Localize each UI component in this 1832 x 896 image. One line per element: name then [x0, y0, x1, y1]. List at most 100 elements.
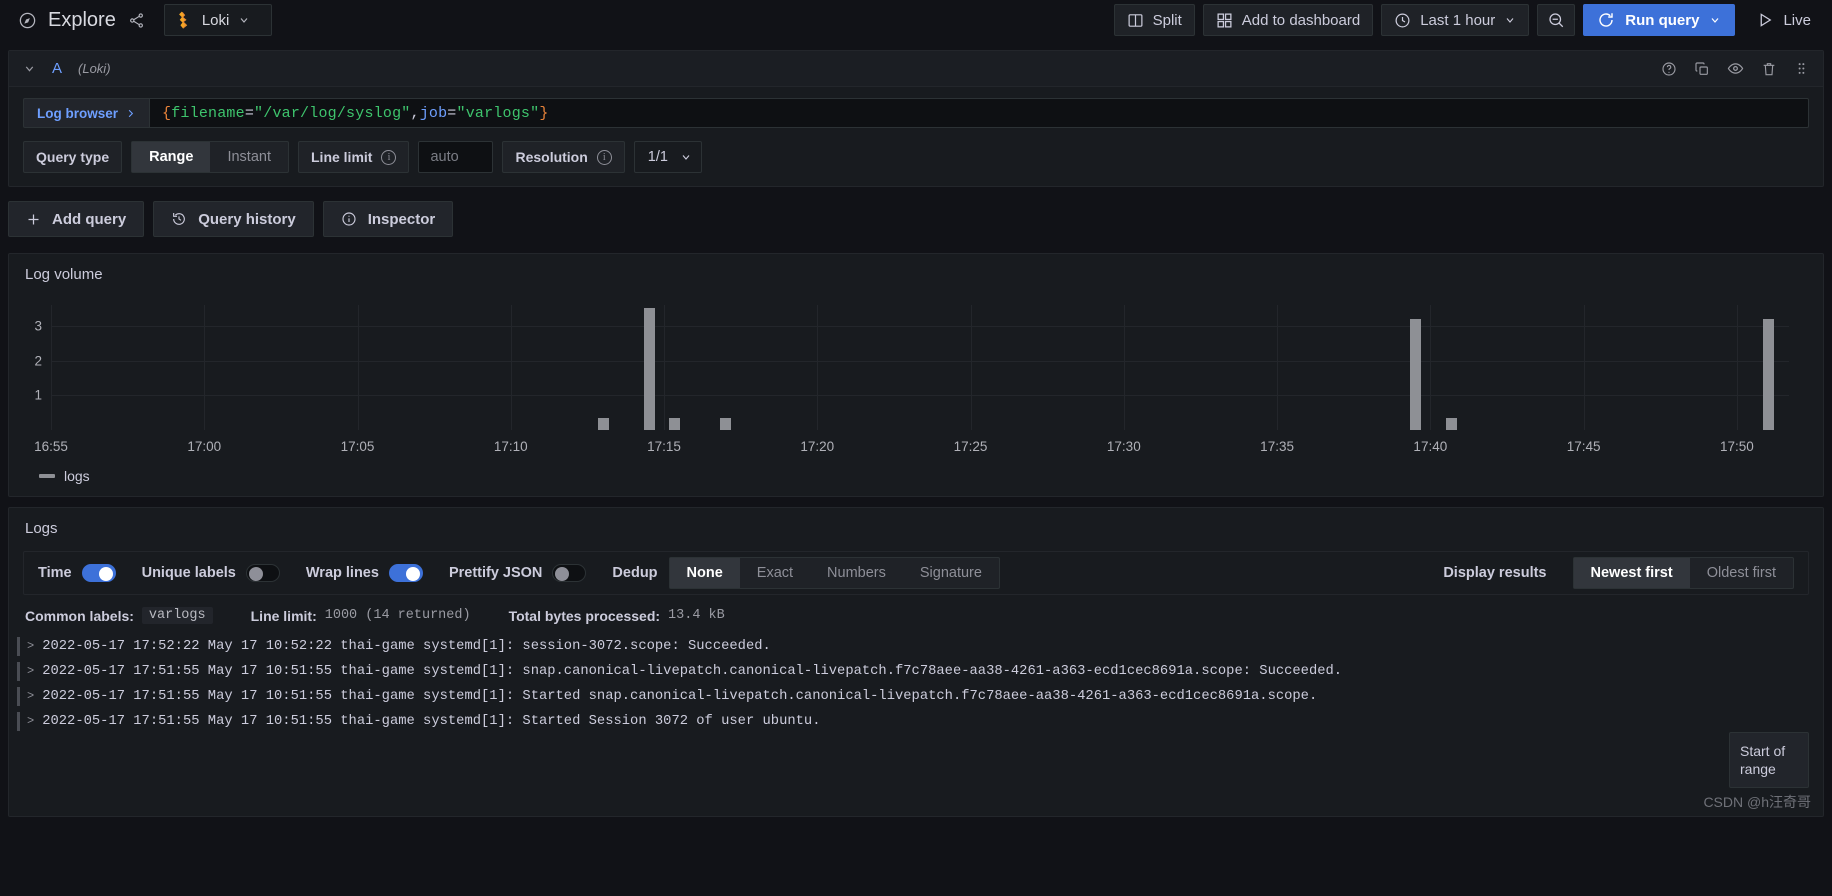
run-query-button[interactable]: Run query [1583, 4, 1736, 36]
query-history-button[interactable]: Query history [153, 201, 314, 237]
legend-swatch-logs [39, 474, 55, 478]
chart-gridline [970, 305, 972, 430]
copy-icon[interactable] [1694, 61, 1710, 77]
log-row-text: 2022-05-17 17:52:22 May 17 10:52:22 thai… [42, 639, 771, 654]
dashboard-grid-icon [1216, 12, 1233, 29]
chart-bar[interactable] [720, 417, 732, 430]
dedup-signature-button[interactable]: Signature [903, 558, 999, 588]
add-query-label: Add query [52, 210, 127, 228]
chart-xtick: 16:55 [34, 439, 68, 454]
split-button[interactable]: Split [1113, 4, 1195, 36]
toggle-unique-labels[interactable]: Unique labels [142, 564, 280, 582]
results-order-radio-group: Newest first Oldest first [1572, 557, 1794, 589]
log-row[interactable]: >2022-05-17 17:51:55 May 17 10:51:55 tha… [9, 684, 1823, 709]
common-labels-key: Common labels: [25, 607, 134, 624]
datasource-picker[interactable]: Loki [163, 4, 272, 36]
log-rows-list: >2022-05-17 17:52:22 May 17 10:52:22 tha… [9, 634, 1823, 734]
resolution-select[interactable]: 1/1 [633, 141, 702, 173]
compass-icon [16, 9, 38, 31]
chart-bar[interactable] [1762, 318, 1774, 430]
dedup-exact-button[interactable]: Exact [740, 558, 810, 588]
query-expression-input[interactable]: {filename="/var/log/syslog",job="varlogs… [149, 98, 1809, 128]
chart-gridline [1123, 305, 1125, 430]
chart-gridline [51, 305, 52, 430]
expr-token: "/var/log/syslog" [254, 104, 411, 122]
add-query-button[interactable]: Add query [8, 201, 145, 237]
toggle-wrap-lines-switch[interactable] [388, 564, 423, 582]
toggle-time-label: Time [38, 565, 72, 581]
expr-token: "varlogs" [456, 104, 540, 122]
chart-gridline [51, 395, 1789, 397]
toggle-time-switch[interactable] [81, 564, 116, 582]
query-type-instant-button[interactable]: Instant [210, 142, 288, 172]
chart-gridline [204, 305, 206, 430]
chart-bar[interactable] [1445, 417, 1457, 430]
logs-meta-row: Common labels: varlogs Line limit: 1000 … [9, 595, 1823, 634]
expr-token: , [410, 104, 420, 122]
order-oldest-first-button[interactable]: Oldest first [1690, 558, 1793, 588]
inspector-button[interactable]: Inspector [322, 201, 454, 237]
loki-logo-icon [176, 11, 193, 30]
top-toolbar: Explore Loki Split Add to dashboard Last… [0, 0, 1832, 40]
info-icon[interactable]: i [596, 149, 612, 165]
trash-icon[interactable] [1761, 61, 1777, 77]
inspector-label: Inspector [367, 210, 436, 228]
eye-icon[interactable] [1727, 60, 1744, 77]
expand-log-row-icon[interactable]: > [27, 637, 34, 656]
dedup-none-button[interactable]: None [669, 558, 740, 588]
log-row[interactable]: >2022-05-17 17:51:55 May 17 10:51:55 tha… [9, 709, 1823, 734]
dedup-numbers-button[interactable]: Numbers [810, 558, 903, 588]
chart-ytick: 1 [34, 387, 42, 403]
query-expression-row: Log browser {filename="/var/log/syslog",… [23, 98, 1809, 128]
drag-handle-icon[interactable] [1794, 61, 1809, 76]
info-icon[interactable]: i [381, 149, 397, 165]
toggle-wrap-lines[interactable]: Wrap lines [306, 564, 423, 582]
time-range-picker[interactable]: Last 1 hour [1381, 4, 1530, 36]
logs-panel: Logs Time Unique labels Wrap lines Prett… [8, 507, 1824, 817]
log-row-text: 2022-05-17 17:51:55 May 17 10:51:55 thai… [42, 689, 1318, 704]
log-row[interactable]: >2022-05-17 17:51:55 May 17 10:51:55 tha… [9, 659, 1823, 684]
bytes-processed-key: Total bytes processed: [508, 607, 661, 624]
toggle-time[interactable]: Time [38, 564, 116, 582]
resolution-label: Resolution [515, 149, 588, 165]
chart-bar[interactable] [597, 417, 609, 430]
query-type-label: Query type [36, 149, 110, 165]
toggle-prettify-json-switch[interactable] [552, 564, 587, 582]
watermark: CSDN @h汪奇哥 [1703, 794, 1811, 810]
log-volume-chart[interactable]: 1 2 3 16:55 17:00 17:05 17:10 17:15 17:20 17:25 17… [9, 297, 1823, 462]
expand-log-row-icon[interactable]: > [27, 712, 34, 731]
expr-token: { [162, 104, 172, 122]
toggle-prettify-json[interactable]: Prettify JSON [449, 564, 587, 582]
start-of-range-hint: Start of range [1729, 732, 1809, 788]
live-button[interactable]: Live [1743, 4, 1824, 36]
expand-log-row-icon[interactable]: > [27, 687, 34, 706]
add-to-dashboard-button[interactable]: Add to dashboard [1202, 4, 1374, 36]
expr-token: = [447, 104, 457, 122]
log-volume-title: Log volume [25, 266, 103, 283]
clock-icon [1394, 12, 1411, 29]
line-limit-value: 1000 (14 returned) [324, 608, 471, 623]
log-browser-button[interactable]: Log browser [23, 98, 150, 128]
collapse-query-icon[interactable] [23, 62, 36, 75]
share-icon[interactable] [126, 9, 148, 31]
help-circle-icon[interactable] [1661, 61, 1677, 77]
chart-bar[interactable] [643, 308, 655, 430]
line-limit-option: Line limit i [298, 141, 410, 173]
chart-bar[interactable] [1410, 318, 1421, 430]
toggle-unique-labels-switch[interactable] [245, 564, 280, 582]
chart-bar[interactable] [669, 417, 681, 430]
query-type-range-button[interactable]: Range [132, 142, 211, 172]
add-to-dashboard-label: Add to dashboard [1241, 11, 1361, 29]
zoom-out-button[interactable] [1537, 4, 1576, 36]
order-newest-first-button[interactable]: Newest first [1573, 558, 1690, 588]
log-row[interactable]: >2022-05-17 17:52:22 May 17 10:52:22 tha… [9, 634, 1823, 659]
chart-xtick: 17:10 [493, 439, 528, 454]
line-limit-input[interactable]: auto [418, 141, 494, 173]
chart-plot-area: 1 2 3 16:55 17:00 17:05 17:10 17:15 17:20 17:25 17… [34, 305, 1789, 454]
line-limit-placeholder: auto [430, 149, 459, 165]
split-panes-icon [1127, 12, 1144, 29]
log-volume-panel: Log volume 1 2 3 16:55 17:00 17:05 17:10 17:15 1… [8, 253, 1824, 497]
chart-gridline [357, 305, 359, 430]
expand-log-row-icon[interactable]: > [27, 662, 34, 681]
common-labels-chip[interactable]: varlogs [141, 607, 213, 624]
